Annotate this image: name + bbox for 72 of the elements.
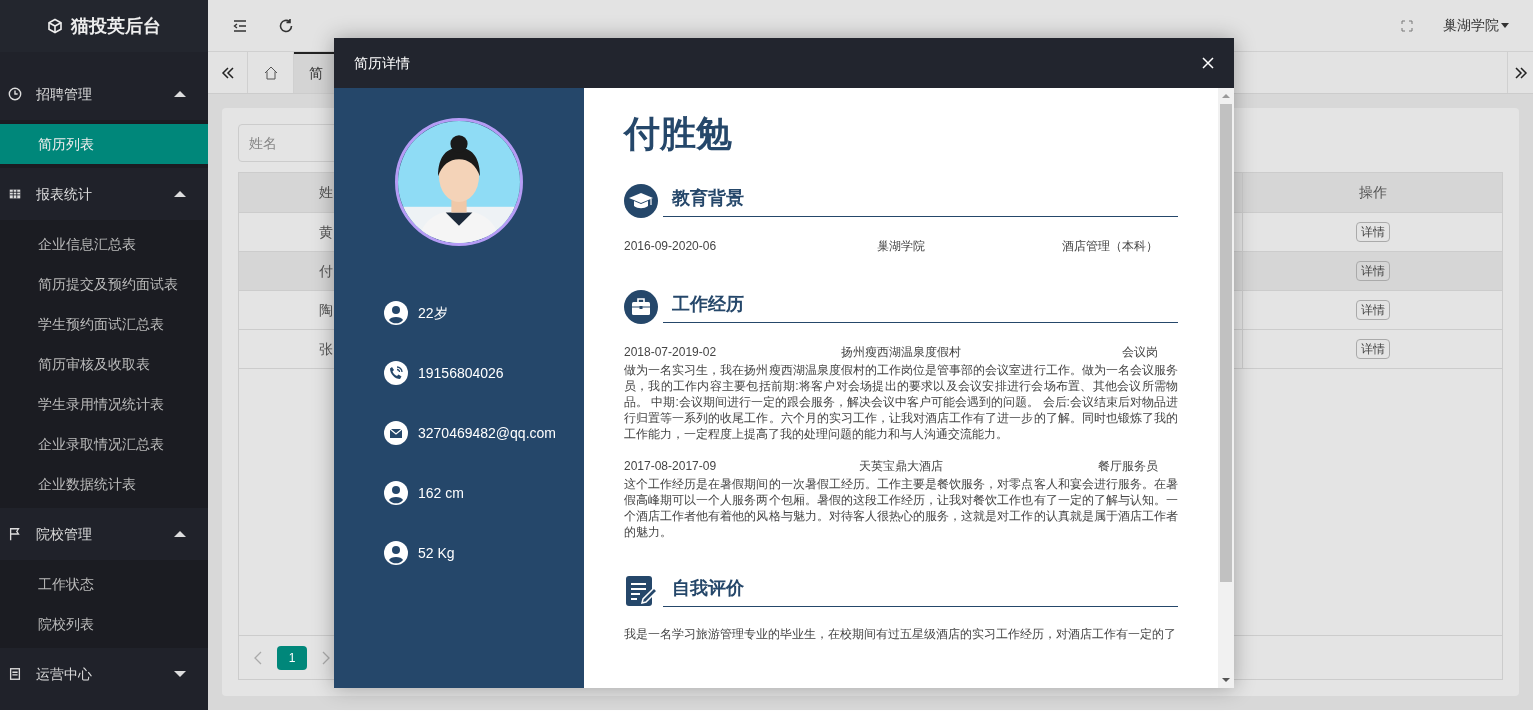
detail-button[interactable]: 详情 (1355, 339, 1390, 359)
candidate-name: 付胜勉 (624, 112, 733, 156)
person-icon (384, 541, 408, 565)
profile-detail: 52 Kg (418, 543, 455, 563)
menu-item[interactable]: 简历列表 (0, 124, 208, 164)
menu-group-label: 运营中心 (36, 664, 93, 684)
double-chevron-left-icon (220, 65, 235, 80)
menu-group-label: 招聘管理 (36, 84, 93, 104)
detail-button[interactable]: 详情 (1355, 222, 1390, 242)
fullscreen-icon[interactable] (1401, 19, 1413, 32)
entry-date: 2016-09-2020-06 (624, 238, 718, 255)
clock-icon (8, 87, 22, 101)
entry-organization: 天英宝鼎大酒店 (858, 458, 944, 475)
entry-role: 酒店管理（本科） (1061, 238, 1159, 255)
entry-organization: 扬州瘦西湖温泉度假村 (840, 344, 962, 361)
detail-button[interactable]: 详情 (1355, 300, 1390, 320)
user-menu[interactable]: 巢湖学院 (1443, 15, 1509, 36)
home-icon (262, 64, 279, 81)
menu-icon[interactable] (232, 17, 248, 34)
cube-icon (47, 18, 63, 34)
menu-item[interactable]: 企业数据统计表 (0, 464, 208, 504)
menu-item[interactable]: 学生预约面试汇总表 (0, 304, 208, 344)
briefcase-icon (624, 290, 658, 324)
page-number[interactable]: 1 (277, 645, 307, 670)
menu-item[interactable]: 简历审核及收取表 (0, 344, 208, 384)
flag-icon (8, 527, 22, 541)
section-title: 工作经历 (671, 292, 745, 316)
profile-detail: 22岁 (418, 303, 448, 323)
refresh-icon[interactable] (278, 17, 294, 34)
menu-item[interactable]: 简历提交及预约面试表 (0, 264, 208, 304)
menu-group-label: 院校管理 (36, 524, 93, 544)
app-title: 猫投英后台 (71, 14, 161, 38)
menu-item[interactable]: 工作状态 (0, 564, 208, 604)
entry-description: 这个工作经历是在暑假期间的一次暑假工经历。工作主要是餐饮服务，对零点客人和宴会进行服务。在暑假高峰期可以一个人服务两个包厢。暑假的这段工作经历，让我对餐饮工作也有了一定的了解与认知。一个酒店工作者他有着他的风格与魅力。对待客人很热心的服务，这就是对工作的认真就是属于酒店工作者的魅力。 (624, 476, 1178, 540)
menu-group-label: 报表统计 (36, 184, 93, 204)
self-evaluation-text: 我是一名学习旅游管理专业的毕业生，在校期间有过五星级酒店的实习工作经历，对酒店工作有一定的了 (624, 626, 1177, 642)
next-page-icon[interactable] (321, 650, 331, 665)
close-icon[interactable] (1202, 57, 1214, 69)
profile-detail: 162 cm (418, 483, 464, 503)
caret-icon (1501, 23, 1509, 28)
person-icon (384, 301, 408, 325)
entry-date: 2018-07-2019-02 (624, 344, 718, 361)
menu-item[interactable]: 企业录取情况汇总表 (0, 424, 208, 464)
entry-role: 会议岗 (1121, 344, 1159, 361)
profile-detail: 3270469482@qq.com (418, 423, 556, 443)
email-icon (384, 421, 408, 445)
edit-document-icon (624, 574, 658, 608)
person-icon (384, 481, 408, 505)
table-cell-text: 黄 (318, 222, 333, 242)
previous-page-icon[interactable] (253, 650, 263, 665)
menu-item[interactable]: 企业信息汇总表 (0, 224, 208, 264)
table-cell-text: 张 (318, 339, 333, 359)
menu-item[interactable]: 院校列表 (0, 604, 208, 644)
menu-item[interactable]: 学生录用情况统计表 (0, 384, 208, 424)
double-chevron-right-icon (1513, 65, 1528, 80)
table-cell-text: 陶 (318, 300, 333, 320)
entry-organization: 巢湖学院 (876, 238, 926, 255)
detail-button[interactable]: 详情 (1355, 261, 1390, 281)
profile-detail: 19156804026 (418, 363, 504, 383)
section-title: 自我评价 (671, 576, 745, 600)
table-cell-text: 付 (318, 261, 333, 281)
document-icon (8, 667, 22, 681)
graduation-cap-icon (624, 184, 658, 218)
table-header-cell: 操作 (1242, 173, 1502, 212)
grid-icon (8, 187, 22, 201)
entry-role: 餐厅服务员 (1097, 458, 1159, 475)
section-title: 教育背景 (670, 186, 745, 210)
entry-description: 做为一名实习生，我在扬州瘦西湖温泉度假村的工作岗位是管事部的会议室进行工作。做为一名会议服务员，我的工作内容主要包括前期:将客户对会场提出的要求以及会议安排进行会场布置、其他会议所需物品。 中期:会议期间进行一定的跟会服务，解决会议中客户可能会遇到的问题。 会后:会议结束后对物品进行归置等一系列的收尾工作。六个月的实习工作，让我对酒店工作有了进一步的了解。同时也锻炼了我的工作能力，一定程度上提高了我的处理问题的能力和与人沟通交流能力。 (624, 362, 1178, 442)
table-header-cell-text: 姓 (318, 183, 333, 202)
entry-date: 2017-08-2017-09 (624, 458, 718, 475)
phone-icon (384, 361, 408, 385)
dialog-title: 简历详情 (354, 53, 411, 73)
